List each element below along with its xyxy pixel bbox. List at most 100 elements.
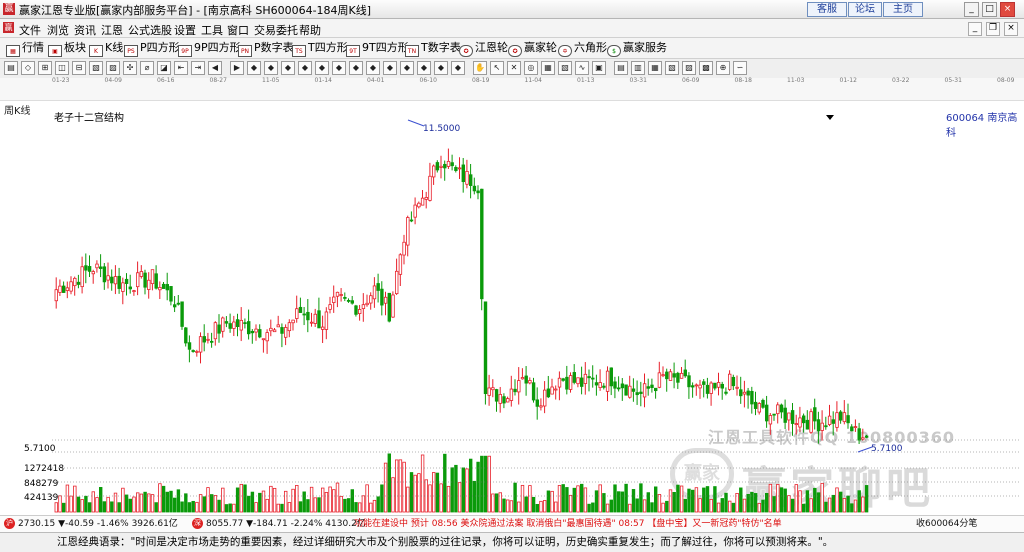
nav-quotes[interactable]: ▦ 行情 <box>6 41 44 57</box>
menu-window[interactable]: 窗口 <box>227 22 249 38</box>
tool-button-3[interactable]: ⊞ <box>38 61 52 75</box>
tool-button-36[interactable]: ▤ <box>614 61 628 75</box>
tool-button-31[interactable]: ◎ <box>524 61 538 75</box>
nav-gann-wheel[interactable]: ✪ 江恩轮 <box>459 41 508 57</box>
nav-p-number-table[interactable]: PN P数字表 <box>238 41 294 57</box>
tool-button-40[interactable]: ▨ <box>682 61 696 75</box>
tool-button-14[interactable]: ▶ <box>230 61 244 75</box>
nav-t-square[interactable]: TS T四方形 <box>292 41 348 57</box>
nav-winner-service[interactable]: $ 赢家服务 <box>607 41 667 57</box>
menu-file[interactable]: 文件 <box>19 22 41 38</box>
child-close-icon[interactable]: × <box>1004 22 1018 36</box>
minimize-icon[interactable]: _ <box>964 2 979 17</box>
candle-body <box>102 266 107 283</box>
nav-sectors[interactable]: ▣ 板块 <box>48 41 86 57</box>
tool-button-10[interactable]: ◪ <box>157 61 171 75</box>
nav-hexagon[interactable]: ✡ 六角形 <box>558 41 607 57</box>
tool-button-5[interactable]: ⊟ <box>72 61 86 75</box>
tool-button-2[interactable]: ◇ <box>21 61 35 75</box>
menu-formula[interactable]: 公式选股 <box>128 22 172 38</box>
candle-body <box>121 282 125 292</box>
tool-button-22[interactable]: ◆ <box>366 61 380 75</box>
candle-body <box>520 377 525 380</box>
menu-gann[interactable]: 江恩 <box>101 22 123 38</box>
tool-button-29[interactable]: ↖ <box>490 61 504 75</box>
tool-button-9[interactable]: ⌀ <box>140 61 154 75</box>
tool-button-41[interactable]: ▩ <box>699 61 713 75</box>
tool-button-33[interactable]: ▧ <box>558 61 572 75</box>
tool-button-8[interactable]: ✣ <box>123 61 137 75</box>
maximize-icon[interactable]: □ <box>982 2 997 17</box>
menu-trading[interactable]: 交易委托 <box>254 22 298 38</box>
candle-body <box>291 319 295 324</box>
nav-9p-square[interactable]: 9P 9P四方形 <box>178 41 241 57</box>
menu-settings[interactable]: 设置 <box>174 22 196 38</box>
volume-bar <box>709 498 713 513</box>
tool-button-39[interactable]: ▧ <box>665 61 679 75</box>
nav-t-number-table[interactable]: TN T数字表 <box>405 41 461 57</box>
nav-p-square[interactable]: PS P四方形 <box>124 41 180 57</box>
tool-button-25[interactable]: ◆ <box>417 61 431 75</box>
tool-button-1[interactable]: ▤ <box>4 61 18 75</box>
tool-button-18[interactable]: ◆ <box>298 61 312 75</box>
sh-index[interactable]: 2730.15 ▼-40.59 -1.46% 3926.61亿 <box>18 516 178 533</box>
volume-bar <box>517 501 521 513</box>
volume-bar <box>665 500 669 513</box>
tool-button-43[interactable]: ∽ <box>733 61 747 75</box>
tool-button-15[interactable]: ◆ <box>247 61 261 75</box>
tool-button-35[interactable]: ▣ <box>592 61 606 75</box>
volume-bar <box>679 485 684 513</box>
volume-bar <box>476 461 480 513</box>
menu-help[interactable]: 帮助 <box>299 22 321 38</box>
volume-bar <box>246 495 251 513</box>
candle-body <box>750 390 754 405</box>
candle-body <box>746 390 750 396</box>
sz-index[interactable]: 8055.77 ▼-184.71 -2.24% 4130.2亿 <box>206 516 366 533</box>
high-marker-line <box>407 119 425 127</box>
volume-bar <box>576 485 580 513</box>
candle-body <box>846 415 850 424</box>
nav-winner-wheel[interactable]: ✪ 赢家轮 <box>508 41 557 57</box>
volume-bar <box>787 495 791 513</box>
tool-button-21[interactable]: ◆ <box>349 61 363 75</box>
tool-button-23[interactable]: ◆ <box>383 61 397 75</box>
nav-9t-square[interactable]: 9T 9T四方形 <box>346 41 409 57</box>
menu-browse[interactable]: 浏览 <box>47 22 69 38</box>
tool-button-28[interactable]: ✋ <box>473 61 487 75</box>
child-minimize-icon[interactable]: _ <box>968 22 982 36</box>
candle-body <box>239 319 243 331</box>
tool-button-32[interactable]: ▦ <box>541 61 555 75</box>
tool-button-19[interactable]: ◆ <box>315 61 329 75</box>
tool-button-13[interactable]: ◀ <box>208 61 222 75</box>
customer-service-link[interactable]: 客服 <box>807 2 847 17</box>
tool-button-42[interactable]: ⊕ <box>716 61 730 75</box>
menu-tools[interactable]: 工具 <box>201 22 223 38</box>
tool-button-12[interactable]: ⇥ <box>191 61 205 75</box>
tool-button-7[interactable]: ▨ <box>106 61 120 75</box>
tool-button-24[interactable]: ◆ <box>400 61 414 75</box>
tool-button-11[interactable]: ⇤ <box>174 61 188 75</box>
tool-button-37[interactable]: ▥ <box>631 61 645 75</box>
tool-button-27[interactable]: ◆ <box>451 61 465 75</box>
candle-body <box>150 269 155 285</box>
tick-detail-link[interactable]: 收600064分笔 <box>916 516 977 533</box>
menu-info[interactable]: 资讯 <box>74 22 96 38</box>
tool-button-4[interactable]: ◫ <box>55 61 69 75</box>
candle-body <box>221 317 225 332</box>
close-icon[interactable]: × <box>1000 2 1015 17</box>
tool-button-16[interactable]: ◆ <box>264 61 278 75</box>
volume-bar <box>217 499 221 513</box>
tool-button-17[interactable]: ◆ <box>281 61 295 75</box>
nav-kline[interactable]: K K线 <box>89 41 123 57</box>
tool-button-6[interactable]: ▧ <box>89 61 103 75</box>
tool-button-20[interactable]: ◆ <box>332 61 346 75</box>
news-scroll[interactable]: 功能在建设中 预计 08:56 美众院通过法案 取消俄白"最惠国待遇" 08:5… <box>354 516 912 533</box>
tool-button-30[interactable]: ✕ <box>507 61 521 75</box>
tool-button-38[interactable]: ▦ <box>648 61 662 75</box>
forum-link[interactable]: 论坛 <box>848 2 882 17</box>
tool-button-26[interactable]: ◆ <box>434 61 448 75</box>
child-restore-icon[interactable]: ❐ <box>986 22 1000 36</box>
homepage-link[interactable]: 主页 <box>883 2 923 17</box>
volume-bar <box>472 480 477 513</box>
tool-button-34[interactable]: ∿ <box>575 61 589 75</box>
